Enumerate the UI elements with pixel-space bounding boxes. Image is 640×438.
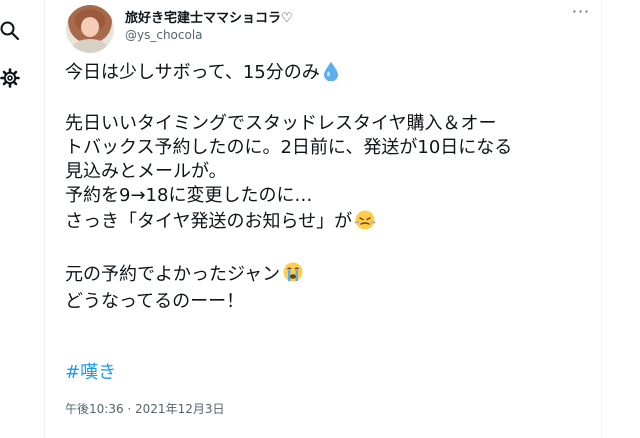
tweet-line: 今日は少しサボって、15分のみ: [65, 61, 600, 88]
tweet-card: 旅好き宅建士ママショコラ♡ @ys_chocola ··· 今日は少しサボって、…: [44, 0, 602, 438]
left-rail: [0, 0, 22, 427]
tweet-line: 先日いいタイミングでスタッドレスタイヤ購入＆オー: [65, 113, 497, 134]
tweet-line: 見込みとメールが。: [65, 161, 227, 182]
tweet-line: さっき「タイヤ発送のお知らせ」が: [65, 208, 600, 237]
crying-face-icon: [282, 261, 304, 290]
tweet-line: どうなってるのーー！: [65, 291, 245, 312]
tweet-timestamp[interactable]: 午後10:36 · 2021年12月3日: [65, 400, 224, 417]
avatar[interactable]: [66, 5, 114, 53]
author-handle[interactable]: @ys_chocola: [125, 28, 203, 42]
hashtag-link[interactable]: #嘆き: [65, 358, 116, 384]
tweet-line: 予約を9→18に変更したのに…: [65, 185, 313, 206]
tweet-line: 元の予約でよかったジャン: [65, 261, 600, 290]
steaming-face-icon: [354, 208, 376, 237]
gear-icon[interactable]: [0, 68, 20, 88]
more-options-button[interactable]: ···: [568, 4, 594, 25]
search-icon[interactable]: [0, 21, 20, 41]
droplet-icon: [322, 61, 340, 88]
tweet-line: トバックス予約したのに。2日前に、発送が10日になる: [65, 137, 513, 158]
author-display-name[interactable]: 旅好き宅建士ママショコラ♡: [125, 7, 293, 26]
tweet-text: 今日は少しサボって、15分のみ 先日いいタイミングでスタッドレスタイヤ購入＆オー…: [65, 61, 600, 314]
